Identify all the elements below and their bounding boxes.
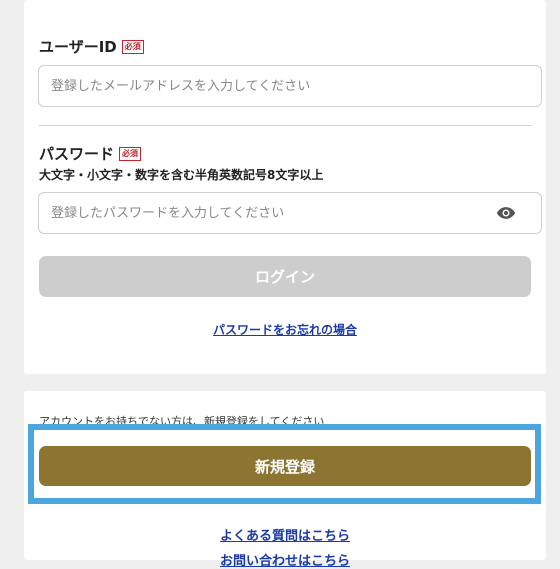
password-label-row: パスワード 必須 xyxy=(39,143,142,164)
eye-icon[interactable] xyxy=(496,205,516,221)
required-badge: 必須 xyxy=(121,39,144,54)
register-button[interactable]: 新規登録 xyxy=(39,446,531,486)
password-hint: 大文字・小文字・数字を含む半角英数記号8文字以上 xyxy=(39,168,324,182)
login-button[interactable]: ログイン xyxy=(39,256,531,297)
user-id-input[interactable] xyxy=(38,65,542,107)
forgot-password-link[interactable]: パスワードをお忘れの場合 xyxy=(24,321,546,338)
login-card: ユーザーID 必須 パスワード 必須 大文字・小文字・数字を含む半角英数記号8文… xyxy=(24,0,546,374)
password-label: パスワード xyxy=(39,145,115,163)
required-badge: 必須 xyxy=(119,146,142,161)
divider xyxy=(39,125,531,126)
user-id-label-row: ユーザーID 必須 xyxy=(39,36,144,57)
faq-link[interactable]: よくある質問はこちら xyxy=(0,525,560,544)
password-input[interactable] xyxy=(38,192,542,234)
user-id-label: ユーザーID xyxy=(39,38,117,56)
